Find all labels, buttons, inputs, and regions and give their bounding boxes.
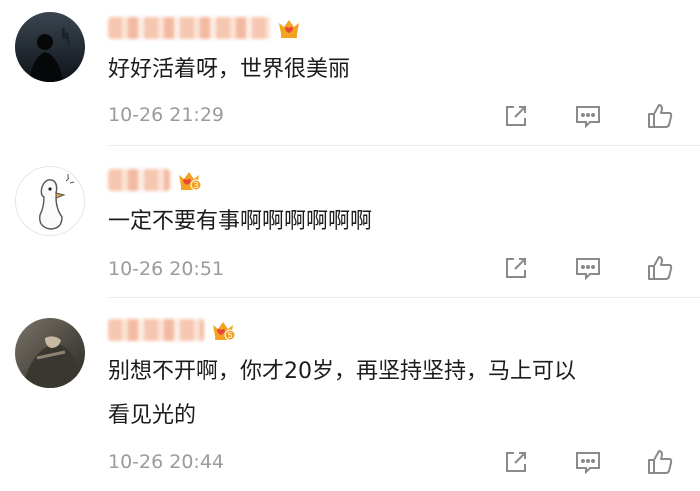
comment-time: 10-26 20:51 xyxy=(108,258,225,280)
username-blurred[interactable] xyxy=(108,319,204,341)
share-icon[interactable] xyxy=(500,252,532,284)
comment-item: 5 别想不开啊，你才20岁，再坚持坚持，马上可以 看见光的 10-26 20:4… xyxy=(0,298,700,491)
comment-icon[interactable] xyxy=(572,446,604,478)
comment-text: 好好活着呀，世界很美丽 xyxy=(108,57,351,82)
share-icon[interactable] xyxy=(500,100,532,132)
comment-item: 好好活着呀，世界很美丽 10-26 21:29 xyxy=(0,0,700,146)
vip-crown-icon: 5 xyxy=(210,317,236,343)
username-row xyxy=(108,13,302,43)
comment-text: 一定不要有事啊啊啊啊啊啊 xyxy=(108,209,373,234)
svg-text:3: 3 xyxy=(193,181,198,190)
username-blurred[interactable] xyxy=(108,17,270,39)
avatar[interactable] xyxy=(15,318,85,388)
comment-actions xyxy=(480,446,700,486)
username-blurred[interactable] xyxy=(108,169,170,191)
comment-time: 10-26 20:44 xyxy=(108,451,225,473)
comment-icon[interactable] xyxy=(572,252,604,284)
like-icon[interactable] xyxy=(644,446,676,478)
comment-time: 10-26 21:29 xyxy=(108,104,225,126)
comment-item: 3 一定不要有事啊啊啊啊啊啊 10-26 20:51 xyxy=(0,146,700,298)
comment-icon[interactable] xyxy=(572,100,604,132)
share-icon[interactable] xyxy=(500,446,532,478)
avatar[interactable] xyxy=(15,166,85,236)
username-row: 3 xyxy=(108,165,202,195)
vip-crown-icon: 3 xyxy=(176,167,202,193)
vip-crown-icon xyxy=(276,15,302,41)
like-icon[interactable] xyxy=(644,252,676,284)
comment-text-line-1: 别想不开啊，你才20岁，再坚持坚持，马上可以 xyxy=(108,359,576,384)
avatar[interactable] xyxy=(15,12,85,82)
comment-actions xyxy=(480,100,700,140)
comment-actions xyxy=(480,252,700,292)
like-icon[interactable] xyxy=(644,100,676,132)
username-row: 5 xyxy=(108,315,236,345)
svg-text:5: 5 xyxy=(227,331,232,340)
comment-text-line-2: 看见光的 xyxy=(108,403,197,428)
